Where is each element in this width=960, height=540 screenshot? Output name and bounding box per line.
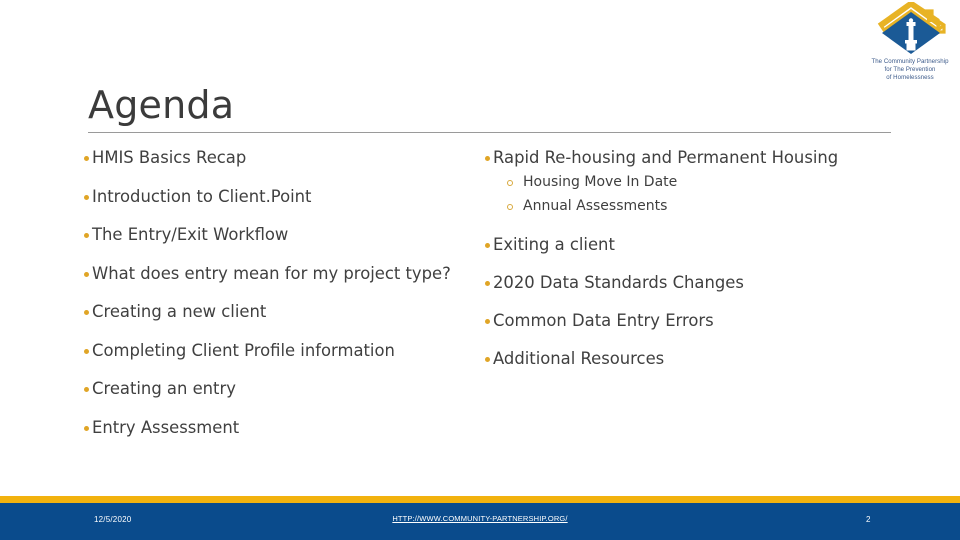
- agenda-item: Entry Assessment: [84, 417, 474, 438]
- agenda-item-label: Completing Client Profile information: [92, 340, 395, 360]
- agenda-item: HMIS Basics Recap: [84, 147, 474, 168]
- community-partnership-logo-icon: [877, 2, 946, 54]
- bullet-dot-icon: [485, 281, 490, 286]
- bullet-dot-icon: [84, 156, 89, 161]
- title-divider: [88, 132, 891, 133]
- agenda-sub-item: Annual Assessments: [507, 196, 885, 216]
- logo-block: The Community Partnership for The Preven…: [862, 2, 958, 90]
- agenda-item-label: Rapid Re-housing and Permanent Housing: [493, 148, 839, 167]
- bullet-dot-icon: [84, 271, 89, 277]
- bullet-dot-icon: [84, 387, 89, 392]
- agenda-left-column: HMIS Basics Recap Introduction to Client…: [84, 147, 474, 455]
- agenda-item-label: Additional Resources: [493, 349, 665, 368]
- bullet-dot-icon: [84, 310, 89, 315]
- bullet-dot-icon: [84, 233, 89, 238]
- footer-website-link[interactable]: HTTP://WWW.COMMUNITY-PARTNERSHIP.ORG/: [0, 514, 960, 523]
- footer-page-number: 2: [866, 515, 871, 524]
- agenda-item-label: 2020 Data Standards Changes: [493, 273, 744, 292]
- agenda-item-label: Introduction to Client.Point: [92, 186, 312, 206]
- slide-title: Agenda: [88, 83, 235, 127]
- bullet-dot-icon: [485, 156, 490, 161]
- agenda-item: Introduction to Client.Point: [84, 186, 474, 207]
- footer-accent-bar: [0, 496, 960, 503]
- bullet-dot-icon: [84, 194, 89, 200]
- agenda-item-label: Creating an entry: [92, 379, 236, 398]
- agenda-item-label: Creating a new client: [92, 302, 267, 321]
- sub-bullet-ring-icon: [507, 180, 513, 186]
- agenda-sub-item-label: Annual Assessments: [523, 198, 668, 214]
- bullet-dot-icon: [485, 243, 490, 248]
- agenda-sub-item-label: Housing Move In Date: [523, 174, 678, 190]
- agenda-item-label: Common Data Entry Errors: [493, 311, 714, 330]
- logo-caption: The Community Partnership for The Preven…: [862, 58, 958, 82]
- agenda-item: Creating a new client: [84, 301, 474, 322]
- bullet-dot-icon: [84, 425, 89, 431]
- agenda-item-label: Entry Assessment: [92, 417, 240, 437]
- agenda-item-label: Exiting a client: [493, 235, 615, 254]
- agenda-item: Additional Resources: [485, 348, 885, 369]
- agenda-sub-item: Housing Move In Date: [507, 172, 885, 192]
- agenda-item: 2020 Data Standards Changes: [485, 272, 885, 293]
- agenda-item-label: HMIS Basics Recap: [92, 148, 247, 167]
- logo-caption-line-2: for The Prevention: [884, 66, 936, 74]
- agenda-item-label: The Entry/Exit Workflow: [92, 225, 289, 244]
- agenda-item-label: What does entry mean for my project type…: [92, 263, 451, 283]
- bullet-dot-icon: [84, 348, 89, 354]
- agenda-item: Creating an entry: [84, 378, 474, 399]
- agenda-sub-list: Housing Move In Date Annual Assessments: [485, 172, 885, 216]
- agenda-item: Rapid Re-housing and Permanent Housing: [485, 147, 885, 168]
- logo-caption-line-3: of Homelessness: [886, 74, 934, 82]
- bullet-dot-icon: [485, 319, 490, 324]
- sub-bullet-ring-icon: [507, 204, 513, 210]
- logo-caption-line-1: The Community Partnership: [871, 58, 949, 65]
- bullet-dot-icon: [485, 357, 490, 362]
- agenda-item: The Entry/Exit Workflow: [84, 224, 474, 245]
- agenda-item: Completing Client Profile information: [84, 340, 474, 361]
- agenda-right-column: Rapid Re-housing and Permanent Housing H…: [485, 147, 885, 386]
- agenda-item: What does entry mean for my project type…: [84, 263, 474, 284]
- agenda-item: Common Data Entry Errors: [485, 310, 885, 331]
- agenda-item: Exiting a client: [485, 234, 885, 255]
